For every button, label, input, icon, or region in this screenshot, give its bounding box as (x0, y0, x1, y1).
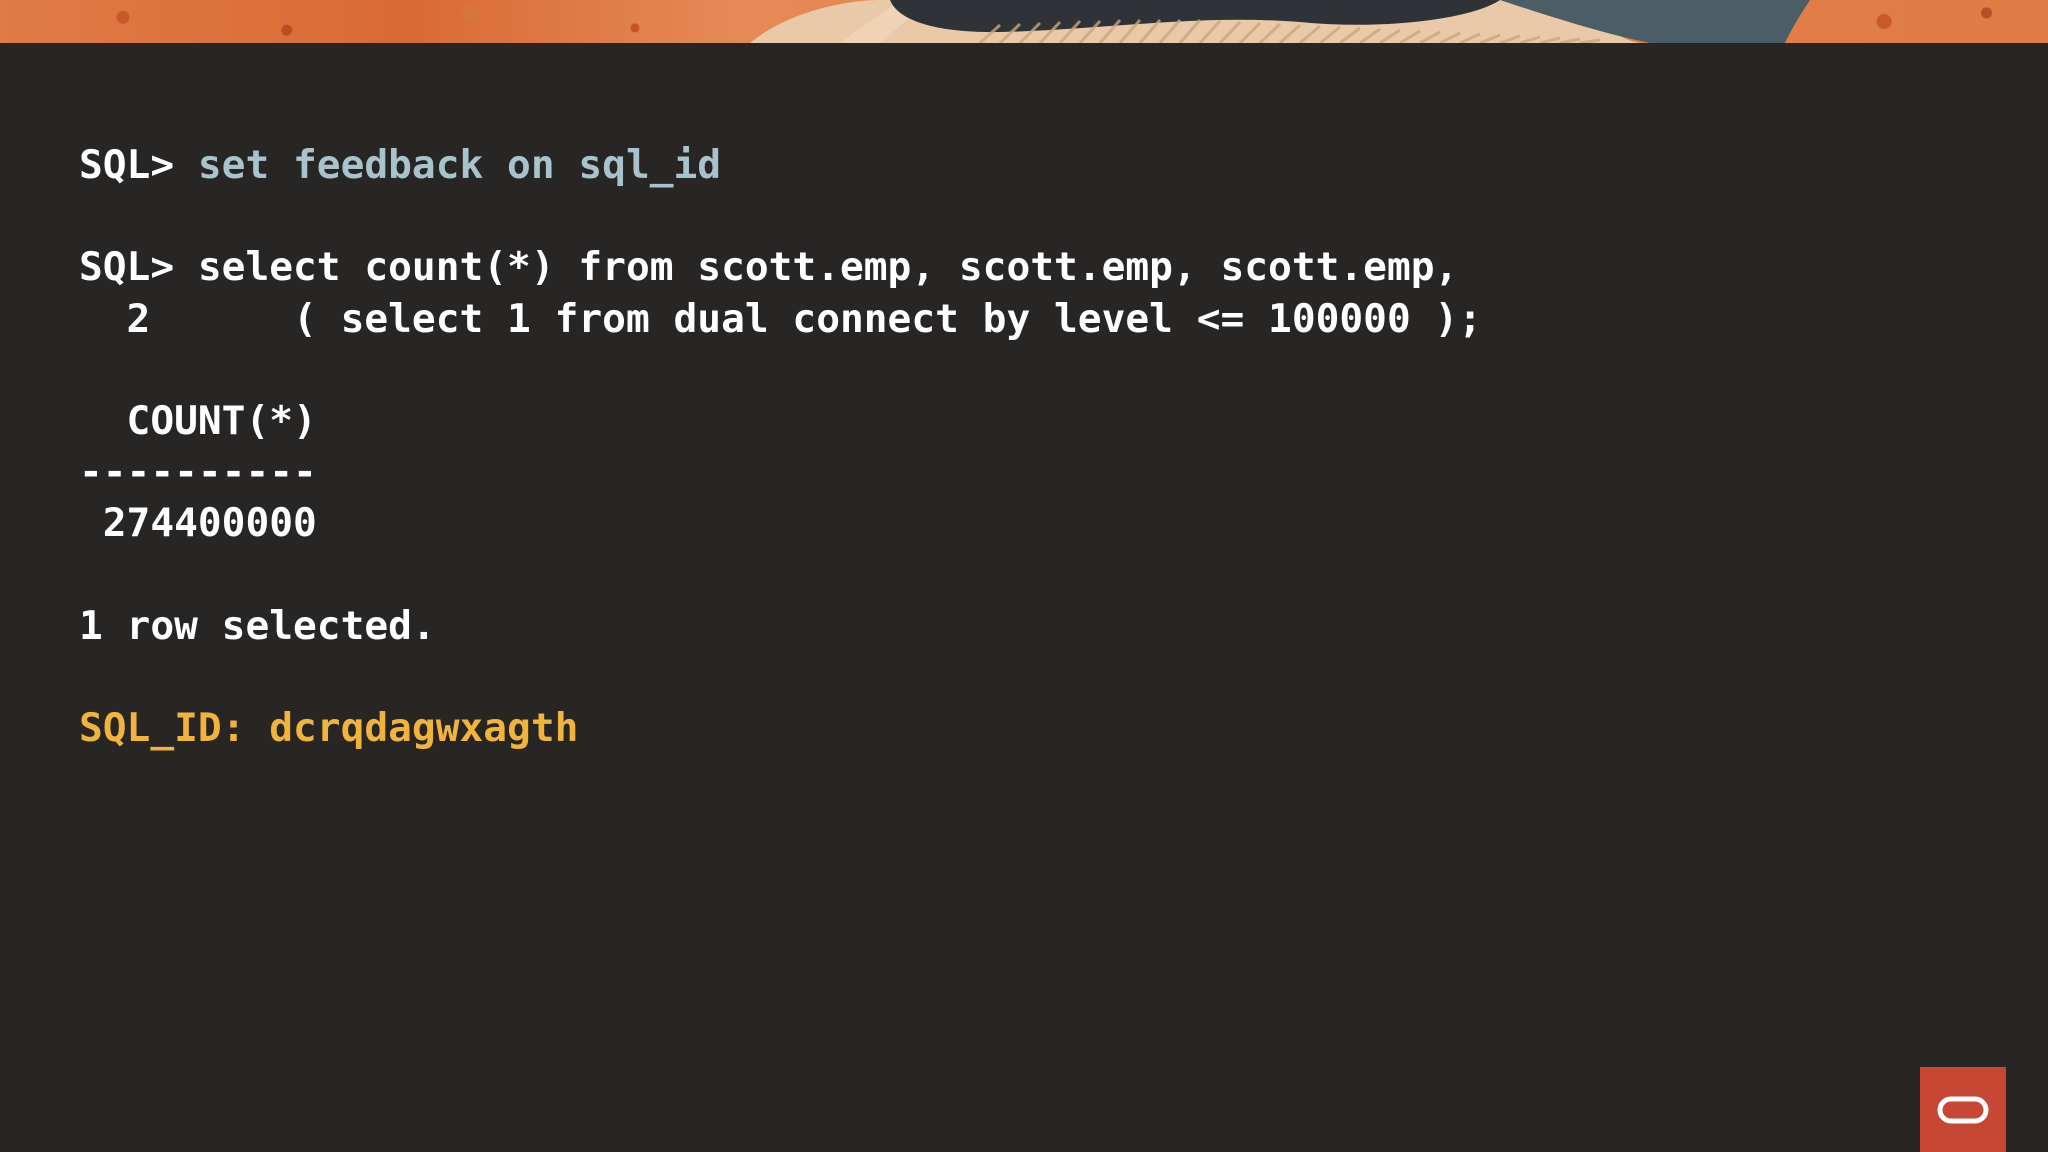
sql-id-feedback: SQL_ID: dcrqdagwxagth (79, 705, 579, 752)
result-value: 274400000 (79, 500, 317, 547)
console-line-1: SQL> set feedback on sql_id (79, 140, 1482, 191)
console-line-2: SQL> select count(*) from scott.emp, sco… (79, 242, 1482, 293)
oracle-logo-icon (1920, 1067, 2006, 1152)
set-feedback-command: set feedback on sql_id (197, 142, 722, 188)
column-header: COUNT(*) (79, 397, 317, 444)
sql-console-output: SQL> set feedback on sql_id SQL> select c… (79, 140, 1482, 754)
console-line-3: 2 ( select 1 from dual connect by level … (79, 295, 1483, 342)
decorative-banner (0, 0, 2048, 43)
sql-prompt: SQL> (79, 142, 198, 188)
rows-selected-status: 1 row selected. (79, 602, 436, 649)
sql-prompt: SQL> (79, 244, 198, 291)
select-command: select count(*) from scott.emp, scott.em… (197, 244, 1459, 291)
column-separator: ---------- (79, 449, 317, 496)
